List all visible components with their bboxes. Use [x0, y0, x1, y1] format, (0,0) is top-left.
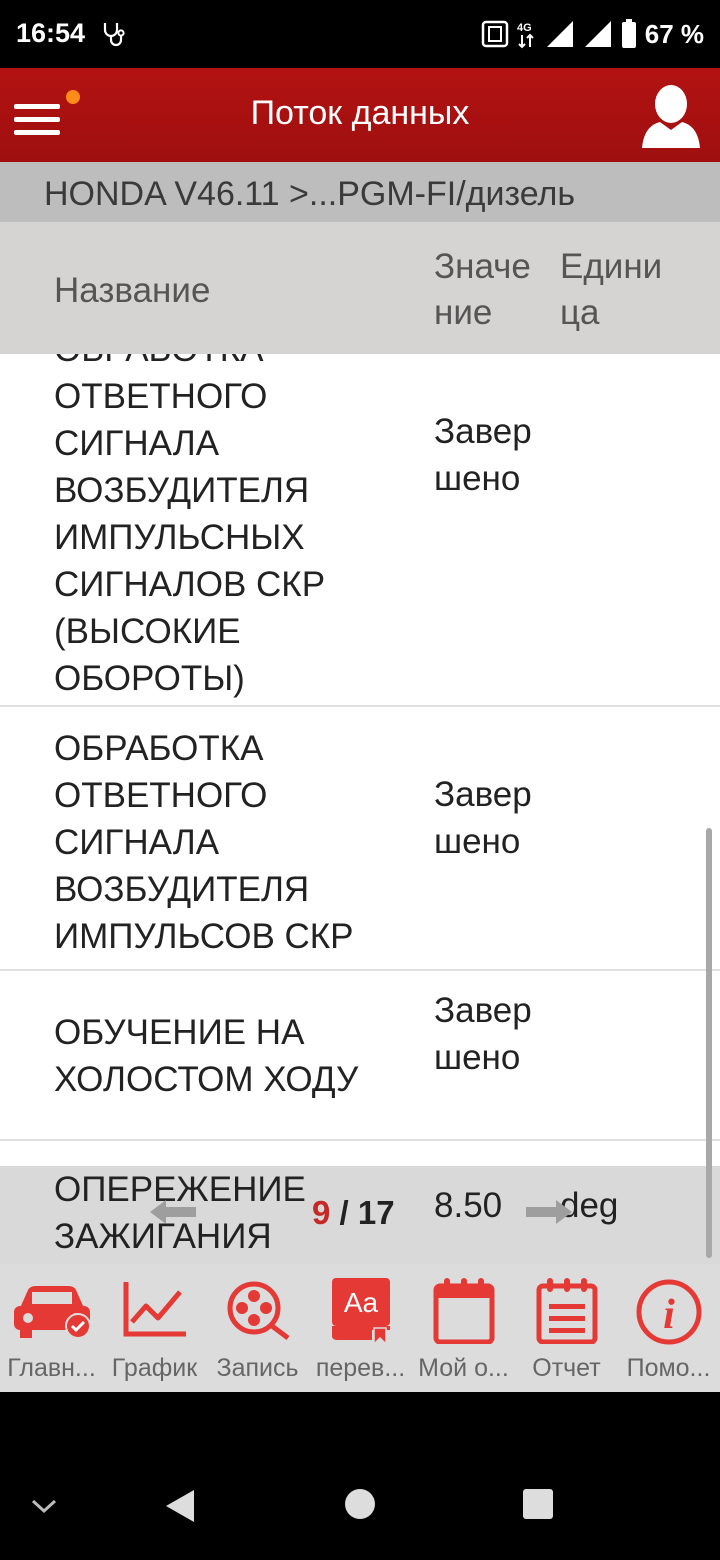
home-icon[interactable]: [344, 1488, 376, 1520]
toolbar-graph-button[interactable]: График: [103, 1264, 206, 1392]
recents-icon[interactable]: [522, 1488, 554, 1520]
user-avatar-icon[interactable]: [640, 82, 702, 148]
table-row[interactable]: ОБУЧЕНИЕ НА ХОЛОСТОМ ХОДУ Завершено: [0, 971, 720, 1141]
column-header-name: Название: [54, 271, 211, 310]
info-icon: i: [636, 1279, 701, 1345]
status-time: 16:54: [16, 18, 86, 48]
car-check-icon: [13, 1286, 91, 1339]
svg-text:i: i: [663, 1292, 675, 1338]
app-bar: Поток данных: [0, 68, 720, 162]
toolbar-label: перев...: [315, 1354, 406, 1382]
table-row[interactable]: ОПЕРЕЖЕНИЕ ЗАЖИГАНИЯ 8.50 deg 9 / 17: [0, 1166, 720, 1264]
row-value: Завершено: [434, 775, 532, 861]
toolbar-report-button[interactable]: Отчет: [515, 1264, 618, 1392]
line-chart-icon: [123, 1282, 186, 1337]
status-icons: 4G 67 %: [481, 16, 704, 52]
row-name: ОБУЧЕНИЕ НА ХОЛОСТОМ ХОДУ: [54, 1013, 359, 1099]
toolbar-home-button[interactable]: Главн...: [0, 1264, 103, 1392]
back-icon[interactable]: [164, 1488, 196, 1524]
toolbar-label: Помо...: [626, 1354, 711, 1382]
row-unit: deg: [560, 1186, 619, 1225]
toolbar-label: Отчет: [532, 1354, 601, 1382]
signal-icon: [584, 21, 611, 47]
data-stream-table[interactable]: ОБРАБОТКА ОТВЕТНОГО СИГНАЛА ВОЗБУДИТЕЛЯ …: [0, 354, 720, 1264]
stethoscope-icon: [103, 23, 125, 47]
film-reel-icon: [227, 1281, 289, 1340]
calendar-icon: [433, 1278, 494, 1344]
toolbar-label: Запись: [216, 1354, 299, 1382]
row-value: Завершено: [434, 412, 532, 498]
table-row[interactable]: ОБРАБОТКА ОТВЕТНОГО СИГНАЛА ВОЗБУДИТЕЛЯ …: [0, 354, 720, 707]
svg-text:4G: 4G: [517, 22, 532, 34]
network-4g-icon: 4G: [517, 22, 534, 49]
next-page-arrow-icon[interactable]: [526, 1198, 572, 1226]
row-name: ОБРАБОТКА ОТВЕТНОГО СИГНАЛА ВОЗБУДИТЕЛЯ …: [54, 354, 326, 698]
toolbar-label: График: [111, 1354, 198, 1382]
system-navigation-bar: [0, 1392, 720, 1560]
scrollbar[interactable]: [706, 828, 712, 1258]
toolbar-label: Главн...: [7, 1354, 96, 1382]
svg-text:Aa: Aa: [343, 1287, 378, 1318]
toolbar-my-button[interactable]: Мой о...: [412, 1264, 515, 1392]
table-row[interactable]: ОБРАБОТКА ОТВЕТНОГО СИГНАЛА ВОЗБУДИТЕЛЯ …: [0, 707, 720, 971]
toolbar-record-button[interactable]: Запись: [206, 1264, 309, 1392]
nfc-icon: [481, 20, 508, 48]
signal-icon: [546, 21, 573, 47]
table-header: Название Значение Единица: [0, 222, 720, 354]
translate-icon: Aa: [331, 1278, 390, 1344]
page-separator: /: [330, 1194, 358, 1231]
column-header-unit: Единица: [560, 247, 663, 332]
battery-icon: [621, 19, 636, 48]
page-total: 17: [357, 1194, 395, 1231]
bottom-toolbar: Главн... График Запись Aa перев... Мой о…: [0, 1264, 720, 1392]
chevron-down-icon[interactable]: [30, 1498, 58, 1514]
column-header-value: Значение: [434, 247, 531, 332]
toolbar-label: Мой о...: [418, 1354, 509, 1382]
toolbar-translate-button[interactable]: Aa перев...: [309, 1264, 412, 1392]
previous-page-arrow-icon[interactable]: [150, 1198, 196, 1226]
row-name: ОБРАБОТКА ОТВЕТНОГО СИГНАЛА ВОЗБУДИТЕЛЯ …: [54, 729, 354, 956]
breadcrumb: HONDA V46.11 >...PGM-FI/дизель: [0, 162, 720, 222]
report-icon: [536, 1278, 597, 1344]
row-value: Завершено: [434, 991, 532, 1077]
toolbar-help-button[interactable]: i Помо...: [617, 1264, 720, 1392]
page-title: Поток данных: [250, 94, 470, 132]
page-indicator: 9 / 17: [312, 1194, 395, 1232]
page-current: 9: [312, 1194, 331, 1231]
battery-percentage: 67 %: [644, 18, 704, 49]
status-bar: 16:54 4G 67 %: [0, 0, 720, 68]
